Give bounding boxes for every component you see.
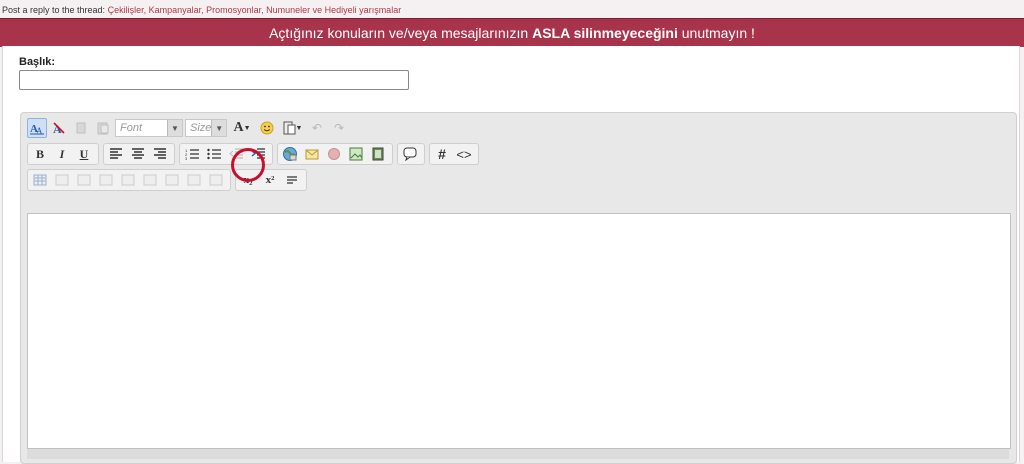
toolbar-row-2: B I U 123 # <> [27, 143, 483, 165]
align-group [103, 143, 175, 165]
quote-group [397, 143, 425, 165]
editor-content-area[interactable] [27, 213, 1011, 449]
paste-special-button[interactable]: ▼ [279, 118, 305, 138]
insert-link-globe-icon[interactable] [280, 144, 300, 164]
switch-editor-mode-icon[interactable]: AA [27, 118, 47, 138]
font-color-button[interactable]: A ▼ [229, 118, 255, 138]
banner-text-bold: ASLA silinmeyeceğini [532, 25, 678, 41]
insert-row-below-icon[interactable] [118, 170, 138, 190]
align-left-icon[interactable] [106, 144, 126, 164]
insert-video-icon[interactable] [368, 144, 388, 164]
font-select[interactable]: Font ▼ [115, 119, 183, 137]
delete-table-icon[interactable] [74, 170, 94, 190]
chevron-down-icon: ▼ [167, 120, 182, 136]
insert-image-icon[interactable] [346, 144, 366, 164]
editor-toolbars: AA A Font ▼ Size ▼ A ▼ ▼ ↶ ↷ B I U 1 2 3… [27, 117, 1007, 211]
quote-bubble-icon[interactable] [400, 144, 420, 164]
horizontal-rule-icon[interactable] [282, 170, 302, 190]
font-color-glyph: A [233, 120, 244, 135]
breadcrumb-prefix: Post a reply to the thread: [2, 5, 106, 15]
code-group: # <> [429, 143, 479, 165]
reply-form-panel: Başlık: AA A Font ▼ Size ▼ A ▼ ▼ ↶ ↷ B I… [2, 46, 1020, 464]
chevron-down-icon: ▼ [211, 120, 226, 136]
text-style-group: B I U [27, 143, 99, 165]
align-right-icon[interactable] [150, 144, 170, 164]
editor-resize-bar[interactable] [27, 449, 1009, 459]
truncated-header [0, 0, 1024, 4]
subscript-button[interactable]: x₂ [238, 170, 258, 190]
chevron-down-icon: ▼ [295, 124, 303, 132]
table-group [27, 169, 231, 191]
svg-text:3: 3 [185, 156, 188, 160]
undo-icon[interactable]: ↶ [307, 118, 327, 138]
remove-format-icon[interactable]: A [49, 118, 69, 138]
wrap-code-hash-button[interactable]: # [432, 144, 452, 164]
superscript-button[interactable]: x² [260, 170, 280, 190]
title-label: Başlık: [19, 56, 56, 68]
underline-button[interactable]: U [74, 144, 94, 164]
ordered-list-icon[interactable]: 123 [182, 144, 202, 164]
delete-row-icon[interactable] [140, 170, 160, 190]
wrap-html-code-button[interactable]: <> [454, 144, 474, 164]
table-properties-icon[interactable] [52, 170, 72, 190]
toolbar-row-1: AA A Font ▼ Size ▼ A ▼ ▼ ↶ ↷ [27, 117, 351, 139]
indent-icon[interactable] [248, 144, 268, 164]
insert-column-left-icon[interactable] [162, 170, 182, 190]
chevron-down-icon: ▼ [243, 124, 251, 132]
breadcrumb: Post a reply to the thread: Çekilişler, … [2, 5, 401, 15]
font-select-label: Font [120, 122, 143, 134]
outdent-icon[interactable] [226, 144, 246, 164]
italic-button[interactable]: I [52, 144, 72, 164]
banner-text-2: unutmayın ! [677, 25, 755, 41]
cut-icon[interactable] [71, 118, 91, 138]
insert-table-icon[interactable] [30, 170, 50, 190]
wysiwyg-editor: AA A Font ▼ Size ▼ A ▼ ▼ ↶ ↷ B I U 1 2 3… [20, 112, 1017, 464]
thread-link[interactable]: Çekilişler, Kampanyalar, Promosyonlar, N… [108, 5, 402, 15]
title-input[interactable] [19, 70, 409, 90]
list-group: 123 [179, 143, 273, 165]
insert-email-link-icon[interactable] [302, 144, 322, 164]
bold-button[interactable]: B [30, 144, 50, 164]
remove-link-icon[interactable] [324, 144, 344, 164]
notice-banner: Açtığınız konuların ve/veya mesajlarınız… [0, 18, 1024, 47]
toolbar-row-3: x₂ x² [27, 169, 311, 191]
delete-column-icon[interactable] [206, 170, 226, 190]
insert-group [277, 143, 393, 165]
insert-column-right-icon[interactable] [184, 170, 204, 190]
redo-icon[interactable]: ↷ [329, 118, 349, 138]
banner-text-1: Açtığınız konuların ve/veya mesajlarınız… [269, 25, 533, 41]
paste-icon[interactable] [93, 118, 113, 138]
size-select[interactable]: Size ▼ [185, 119, 227, 137]
insert-row-above-icon[interactable] [96, 170, 116, 190]
size-select-label: Size [190, 122, 212, 134]
align-center-icon[interactable] [128, 144, 148, 164]
smiley-icon[interactable] [257, 118, 277, 138]
unordered-list-icon[interactable] [204, 144, 224, 164]
script-group: x₂ x² [235, 169, 307, 191]
